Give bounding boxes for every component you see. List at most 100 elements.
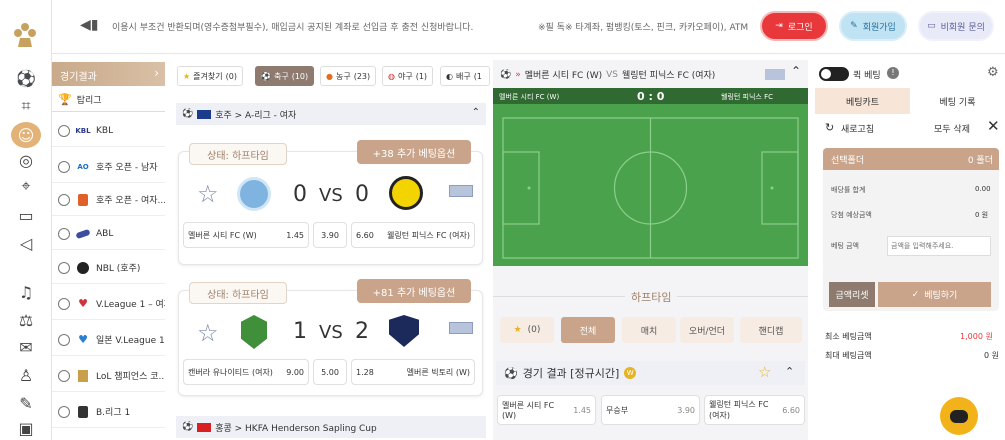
tab-favorites[interactable]: ★ 즐겨찾기 (0) bbox=[177, 66, 243, 86]
home-team-logo bbox=[237, 177, 271, 211]
trophy-icon: 🏆 bbox=[58, 93, 72, 106]
home-odds-button[interactable]: 캔버라 유나이티드 (여자) 9.00 bbox=[183, 359, 309, 385]
filter-overunder-button[interactable]: 오버/언더 bbox=[680, 317, 734, 343]
reset-amount-button[interactable]: 금액리셋 bbox=[829, 282, 875, 307]
icon-rail: ⚽ ⌗ ☺ ◎ ⌖ ▭ ◁ ♫ ⚖ ✉ ♙ ✎ ▣ bbox=[0, 0, 52, 440]
league-logo bbox=[75, 228, 91, 240]
top-league-label: 🏆 탑리그 bbox=[52, 88, 165, 112]
sidebar-item-lol[interactable]: LoL 챔피언스 코... bbox=[52, 360, 165, 392]
result-home-button[interactable]: 멜버른 시티 FC (W) 1.45 bbox=[497, 395, 596, 425]
login-button[interactable]: ⇥ 로그인 bbox=[760, 11, 828, 41]
more-options-button[interactable]: +38 추가 베팅옵션 bbox=[357, 140, 471, 164]
basketball-icon bbox=[58, 405, 70, 418]
quick-bet-label: 퀵 베팅 bbox=[853, 71, 881, 81]
tab-history[interactable]: 베팅 기록 bbox=[910, 88, 1005, 114]
filter-handicap-button[interactable]: 핸디캡 bbox=[740, 317, 802, 343]
odds-sum-value: 0.00 bbox=[975, 185, 991, 193]
league-header[interactable]: ⚽ 호주 > A-리그 - 여자 ⌃ bbox=[176, 103, 486, 125]
match-card[interactable]: 상태: 하프타임 +81 추가 베팅옵션 ☆ 1 VS 2 캔버라 유나이티드 … bbox=[178, 279, 483, 396]
soccer-icon[interactable]: ⚽ bbox=[16, 68, 36, 88]
soccer-icon: ⚽ bbox=[504, 366, 518, 380]
chat-icon bbox=[950, 409, 968, 423]
live-icon[interactable]: ☺ bbox=[11, 122, 41, 148]
register-button[interactable]: ✎ 회원가입 bbox=[839, 11, 907, 41]
match-card[interactable]: 상태: 하프타임 +38 추가 베팅옵션 ☆ 0 VS 0 멜버른 시티 FC … bbox=[178, 140, 483, 265]
sidebar-item-ao-men[interactable]: AO 호주 오픈 - 남자 bbox=[52, 151, 165, 183]
bet-amount-input[interactable] bbox=[887, 236, 991, 256]
chevron-up-icon: ⌃ bbox=[785, 365, 795, 378]
away-team-logo bbox=[389, 315, 419, 347]
sidebar-item-kbl[interactable]: KBL KBL bbox=[52, 115, 165, 147]
result-draw-button[interactable]: 무승부 3.90 bbox=[601, 395, 700, 425]
stats-icon[interactable] bbox=[765, 69, 785, 80]
soccer-icon: ⚽ bbox=[182, 422, 194, 432]
home-score: 1 bbox=[293, 319, 307, 344]
filter-match-button[interactable]: 매치 bbox=[622, 317, 676, 343]
gamepad-icon[interactable]: ⌖ bbox=[16, 176, 36, 196]
draw-odds-button[interactable]: 5.00 bbox=[313, 359, 347, 385]
tab-soccer[interactable]: ⚽ 축구 (10) bbox=[255, 66, 315, 86]
quick-bet-toggle[interactable] bbox=[819, 67, 849, 81]
screen-icon[interactable]: ▣ bbox=[16, 418, 36, 438]
category-sidebar: 경기결과 › 🏆 탑리그 KBL KBL AO 호주 오픈 - 남자 호주 오픈 - 여… bbox=[52, 62, 165, 440]
tab-baseball[interactable]: ◍ 야구 (1) bbox=[382, 66, 434, 86]
league-header[interactable]: ⚽ 홍콩 > HKFA Henderson Sapling Cup bbox=[176, 416, 486, 438]
soccer-icon: ⚽ bbox=[261, 71, 271, 81]
close-icon[interactable]: ✕ bbox=[987, 117, 1000, 135]
brand-logo[interactable] bbox=[10, 22, 40, 50]
filter-all-button[interactable]: 전체 bbox=[561, 317, 615, 343]
away-odds-button[interactable]: 1.28 멜버른 빅토리 (W) bbox=[351, 359, 475, 385]
megaphone-icon[interactable]: ◁ bbox=[16, 233, 36, 253]
sidebar-item-nbl[interactable]: NBL (호주) bbox=[52, 252, 165, 284]
notice-right-text: ※필 독※ 타계좌, 펌뱅킹(토스, 핀크, 카카오페이), ATM bbox=[538, 23, 749, 33]
user-icon[interactable]: ♙ bbox=[16, 365, 36, 385]
pen-icon[interactable]: ✎ bbox=[16, 393, 36, 413]
ball-icon[interactable]: ◎ bbox=[16, 150, 36, 170]
away-score: 2 bbox=[355, 319, 369, 344]
away-odds-button[interactable]: 6.60 웰링턴 피닉스 FC (여자) bbox=[351, 222, 475, 248]
live-stats-icon[interactable] bbox=[449, 185, 473, 197]
sidebar-item-bleague[interactable]: B.리그 1 bbox=[52, 396, 165, 428]
draw-odds-button[interactable]: 3.90 bbox=[313, 222, 347, 248]
results-header[interactable]: 경기결과 › bbox=[52, 62, 165, 86]
tab-cart[interactable]: 베팅카트 bbox=[815, 88, 910, 114]
sidebar-item-ao-women[interactable]: 호주 오픈 - 여자... bbox=[52, 184, 165, 216]
chevron-up-icon[interactable]: ⌃ bbox=[791, 64, 801, 78]
pitch-score: 0 : 0 bbox=[637, 90, 665, 103]
check-icon: ✓ bbox=[911, 289, 920, 300]
vr-icon[interactable]: ▭ bbox=[16, 205, 36, 225]
tennis-icon bbox=[58, 160, 70, 173]
gear-icon[interactable]: ⚙ bbox=[987, 65, 999, 80]
grid-icon[interactable]: ⌗ bbox=[16, 96, 36, 116]
live-stats-icon[interactable] bbox=[449, 322, 473, 334]
delete-all-button[interactable]: 모두 삭제 bbox=[934, 122, 970, 135]
favorite-star-icon[interactable]: ☆ bbox=[758, 363, 771, 381]
info-icon[interactable]: ! bbox=[887, 67, 899, 79]
league-logo bbox=[75, 405, 91, 418]
more-options-button[interactable]: +81 추가 베팅옵션 bbox=[357, 279, 471, 303]
home-odds-button[interactable]: 멜버른 시티 FC (W) 1.45 bbox=[183, 222, 309, 248]
scale-icon[interactable]: ⚖ bbox=[16, 310, 36, 330]
tab-basketball[interactable]: ● 농구 (23) bbox=[320, 66, 377, 86]
away-team-logo bbox=[389, 176, 423, 210]
filter-favorites-button[interactable]: ★ (0) bbox=[500, 317, 554, 343]
bell-icon[interactable]: ♫ bbox=[16, 282, 36, 302]
refresh-button[interactable]: 새로고침 bbox=[841, 122, 874, 135]
place-bet-button[interactable]: ✓ 베팅하기 bbox=[878, 282, 991, 307]
favorite-star-icon[interactable]: ☆ bbox=[197, 180, 219, 208]
tab-volleyball[interactable]: ◐ 배구 (1 bbox=[440, 66, 490, 86]
result-away-button[interactable]: 웰링턴 피닉스 FC (여자) 6.60 bbox=[704, 395, 805, 425]
refresh-icon[interactable]: ↻ bbox=[825, 121, 834, 134]
sidebar-item-japan-vleague[interactable]: ♥일본 V.League 1... bbox=[52, 324, 165, 356]
vs-label: VS bbox=[319, 322, 343, 343]
chevron-up-icon: ⌃ bbox=[471, 107, 480, 118]
mail-icon[interactable]: ✉ bbox=[16, 337, 36, 357]
sidebar-item-abl[interactable]: ABL bbox=[52, 218, 165, 250]
chat-button[interactable] bbox=[940, 397, 978, 435]
sidebar-item-vleague-women[interactable]: ♥ V.League 1 – 여자 bbox=[52, 288, 165, 320]
market-header[interactable]: ⚽ 경기 결과 [정규시간] W ☆ ⌃ bbox=[496, 361, 805, 385]
vs-label: VS bbox=[319, 185, 343, 206]
top-bar: ◀︎▮ 이용시 부조건 반환되며(영수증첨부필수), 매입금시 공지된 계좌로 … bbox=[52, 0, 1005, 54]
favorite-star-icon[interactable]: ☆ bbox=[197, 319, 219, 347]
guest-inquiry-button[interactable]: ▭ 비회원 문의 bbox=[918, 11, 994, 41]
